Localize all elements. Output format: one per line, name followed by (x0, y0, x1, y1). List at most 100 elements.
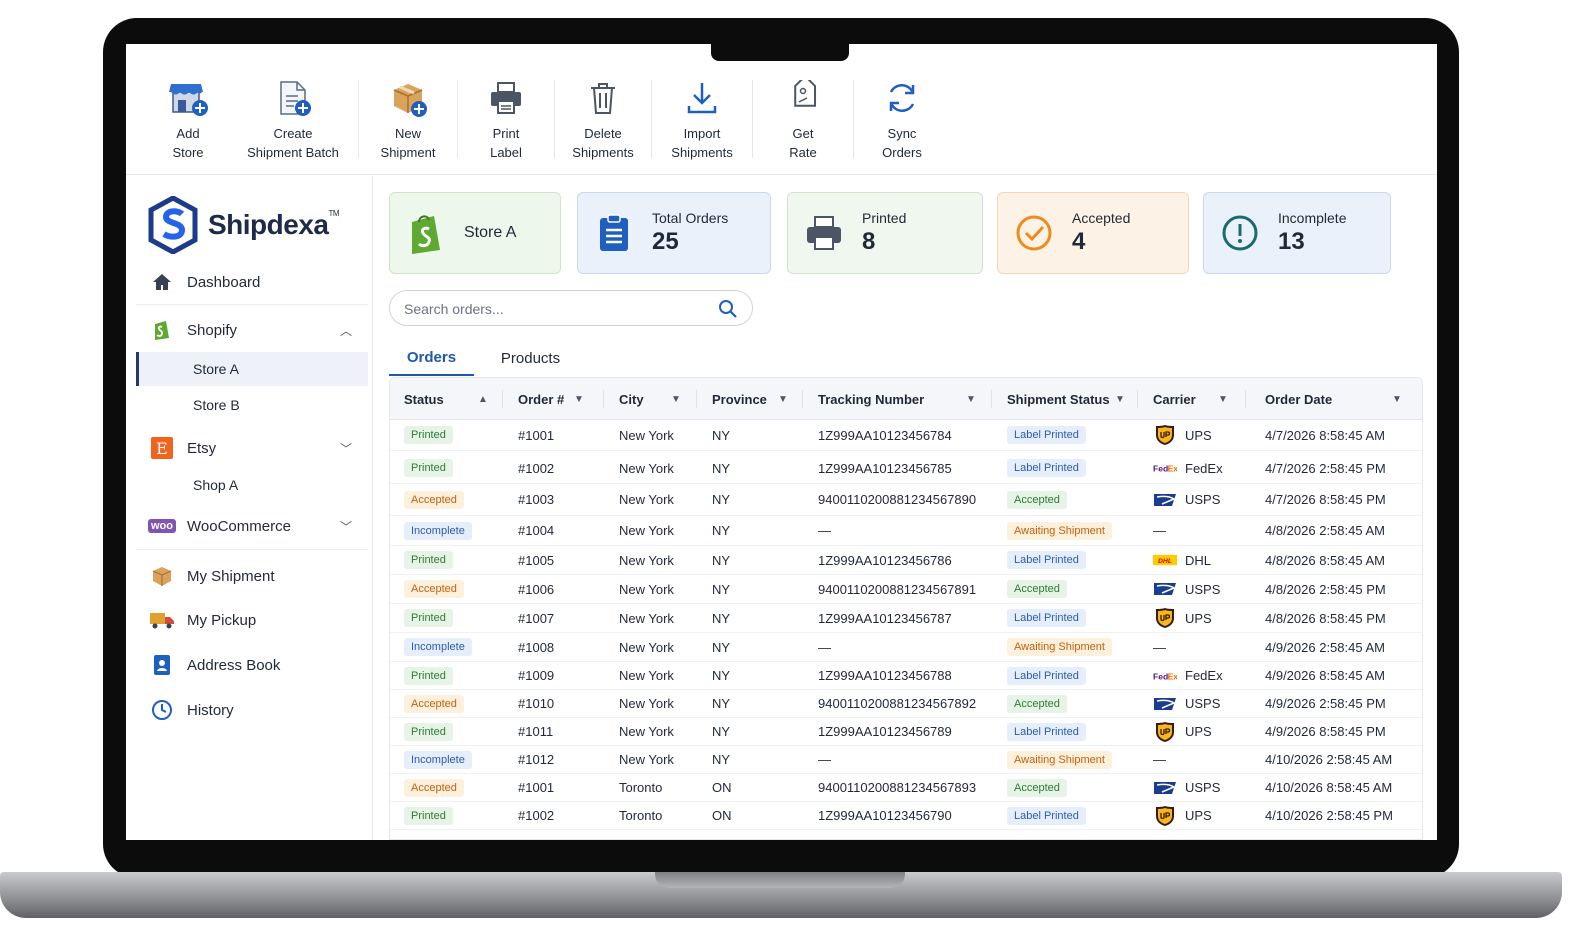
card-store[interactable]: Store A (389, 192, 561, 274)
status-badge: Printed (404, 806, 453, 825)
chevron-down-icon[interactable]: ▼ (671, 394, 681, 405)
col-city[interactable]: City ▼ (619, 378, 681, 420)
order-number: #1005 (518, 552, 555, 568)
new-shipment-button[interactable]: New Shipment (359, 44, 457, 174)
table-row[interactable]: Printed #1002 Toronto ON 1Z999AA10123456790 L… (390, 802, 1422, 830)
sidebar-item-shop-a[interactable]: Shop A (136, 468, 368, 502)
chevron-down-icon[interactable]: ﹀ (340, 440, 352, 457)
sidebar-item-my-shipment[interactable]: My Shipment (136, 559, 368, 593)
card-incomplete[interactable]: Incomplete 13 (1203, 192, 1391, 274)
sidebar-item-etsy[interactable]: E Etsy ﹀ (136, 431, 368, 465)
table-row[interactable]: Printed #1001 New York NY 1Z999AA10123456784… (390, 420, 1422, 451)
table-row[interactable]: Incomplete #1004 New York NY — Awaiting Shipm… (390, 516, 1422, 546)
table-cell: 4/7/2026 8:58:45 AM (1265, 420, 1385, 450)
order-number: #1002 (518, 460, 555, 476)
tab-products[interactable]: Products (488, 340, 573, 376)
col-shipment-status[interactable]: Shipment Status ▼ (1007, 378, 1125, 420)
header-label: Province (712, 391, 767, 407)
carrier: FedEx (1185, 460, 1223, 476)
shipment-status-badge: Label Printed (1007, 459, 1086, 477)
table-cell: NY (712, 575, 730, 603)
delete-shipments-button[interactable]: Delete Shipments (555, 44, 651, 174)
col-tracking[interactable]: Tracking Number ▼ (818, 378, 976, 420)
chevron-down-icon[interactable]: ▼ (1115, 394, 1125, 405)
get-rate-button[interactable]: Get Rate (753, 44, 853, 174)
import-shipments-button[interactable]: Import Shipments (652, 44, 752, 174)
card-printed[interactable]: Printed 8 (787, 192, 983, 274)
header-divider (802, 390, 803, 408)
sidebar-item-history[interactable]: History (136, 693, 368, 727)
woo-badge: woo (148, 519, 176, 533)
table-cell: 1Z999AA10123456790 (818, 802, 952, 829)
table-row[interactable]: Accepted #1001 Toronto ON 940011020088123456… (390, 774, 1422, 802)
shipment-status-badge: Label Printed (1007, 426, 1086, 444)
status-badge: Printed (404, 551, 453, 569)
order-number: #1003 (518, 492, 555, 507)
sort-up-icon[interactable]: ▲ (478, 394, 488, 405)
tracking-number: 1Z999AA10123456789 (818, 724, 952, 739)
sync-orders-button[interactable]: Sync Orders (854, 44, 950, 174)
table-row[interactable]: Accepted #1003 New York NY 94001102008812345… (390, 484, 1422, 516)
col-carrier[interactable]: Carrier ▼ (1153, 378, 1228, 420)
table-cell: 9400110200881234567893 (818, 774, 976, 801)
chevron-down-icon[interactable]: ▼ (1218, 394, 1228, 405)
table-cell: UPS (1153, 604, 1212, 632)
tracking-number: 9400110200881234567891 (818, 581, 977, 597)
chevron-down-icon[interactable]: ▼ (1392, 394, 1402, 405)
carrier: UPS (1185, 808, 1212, 823)
tag-icon (785, 78, 821, 118)
search-input[interactable] (404, 299, 704, 319)
chevron-down-icon[interactable]: ▼ (966, 394, 976, 405)
print-label-label: Print Label (490, 126, 522, 160)
sidebar-item-woocommerce[interactable]: woo WooCommerce ﹀ (136, 509, 368, 543)
table-cell: Printed (404, 718, 453, 745)
table-row[interactable]: Accepted #1006 New York NY 94001102008812345… (390, 575, 1422, 604)
chevron-down-icon[interactable]: ﹀ (340, 518, 352, 535)
table-row[interactable]: Accepted #1010 New York NY 94001102008812345… (390, 690, 1422, 718)
clock-icon (148, 699, 176, 721)
col-province[interactable]: Province ▼ (712, 378, 788, 420)
col-order-date[interactable]: Order Date ▼ (1265, 378, 1402, 420)
table-row[interactable]: Incomplete #1012 New York NY — Awaiting Shipm… (390, 746, 1422, 774)
sidebar-item-my-pickup[interactable]: My Pickup (136, 603, 368, 637)
province: NY (712, 696, 731, 711)
sidebar-item-label: History (187, 701, 234, 719)
add-store-button[interactable]: Add Store (148, 44, 228, 174)
col-order[interactable]: Order # ▼ (518, 378, 584, 420)
sidebar-item-dashboard[interactable]: Dashboard (136, 265, 368, 299)
table-row[interactable]: Printed #1009 New York NY 1Z999AA10123456788… (390, 662, 1422, 690)
card-printed-title: Printed (862, 210, 907, 226)
app-logo: ShipdexaTM (148, 196, 340, 254)
table-cell: New York (619, 746, 674, 773)
ups-logo-icon (1153, 607, 1177, 629)
sidebar-item-address-book[interactable]: Address Book (136, 648, 368, 682)
add-store-label: Add Store (172, 126, 204, 160)
logo-text: Shipdexa (208, 209, 329, 240)
table-row[interactable]: Printed #1011 New York NY 1Z999AA10123456789… (390, 718, 1422, 746)
card-accepted[interactable]: Accepted 4 (997, 192, 1189, 274)
chevron-down-icon[interactable]: ▼ (574, 394, 584, 405)
table-cell: — (818, 633, 831, 661)
table-row[interactable]: Printed #1007 New York NY 1Z999AA10123456787… (390, 604, 1422, 633)
create-shipment-batch-button[interactable]: Create Shipment Batch (228, 44, 358, 174)
download-icon (685, 78, 719, 118)
chevron-down-icon[interactable]: ▼ (778, 394, 788, 405)
col-status[interactable]: Status ▲ (404, 378, 488, 420)
print-label-button[interactable]: Print Label (458, 44, 554, 174)
delete-shipments-label: Delete Shipments (572, 126, 634, 160)
table-cell: Toronto (619, 774, 662, 801)
card-total-title: Total Orders (652, 210, 729, 226)
chevron-up-icon[interactable]: ︿ (340, 322, 352, 339)
tab-orders[interactable]: Orders (389, 340, 474, 376)
sidebar-item-store-b[interactable]: Store B (136, 388, 368, 422)
table-row[interactable]: Printed #1002 New York NY 1Z999AA10123456785… (390, 453, 1422, 484)
card-total-orders[interactable]: Total Orders 25 (577, 192, 771, 274)
carrier: UPS (1185, 724, 1212, 739)
table-row[interactable]: Incomplete #1008 New York NY — Awaiting Shipm… (390, 633, 1422, 662)
order-date: 4/7/2026 2:58:45 PM (1265, 460, 1386, 476)
search-icon[interactable] (718, 299, 738, 324)
sidebar-item-shopify[interactable]: Shopify ︿ (136, 313, 368, 347)
tracking-number: 1Z999AA10123456787 (818, 610, 952, 626)
table-row[interactable]: Printed #1005 New York NY 1Z999AA10123456786… (390, 546, 1422, 575)
sidebar-item-store-a[interactable]: Store A (136, 352, 368, 386)
